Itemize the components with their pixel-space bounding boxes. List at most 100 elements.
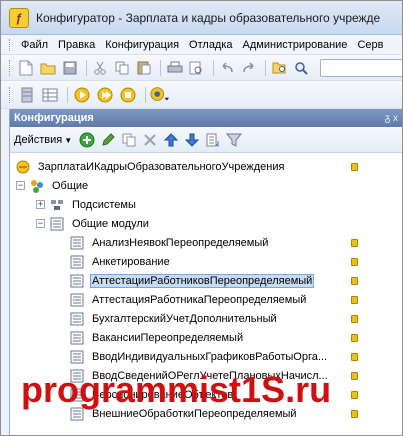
collapse-icon[interactable]: − [36, 219, 45, 228]
menu-administration[interactable]: Администрирование [238, 39, 353, 51]
tree-node-root[interactable]: ЗарплатаИКадрыОбразовательногоУчреждения [10, 157, 402, 176]
tree-node-module[interactable]: Анкетирование [10, 252, 402, 271]
tree-node-module[interactable]: ВводИндивидуальныхГрафиковРаботыОрга... [10, 347, 402, 366]
toolbar-separator [160, 59, 162, 76]
run-toolbar [1, 81, 402, 109]
configurator-window: ƒ Конфигуратор - Зарплата и кадры образо… [0, 0, 403, 436]
actions-label: Действия [14, 133, 63, 146]
tree-node-label: Общие [52, 179, 89, 192]
module-icon [70, 274, 84, 288]
run-enterprise-icon[interactable] [95, 85, 115, 105]
add-icon[interactable] [78, 131, 96, 149]
toolbar-separator [86, 59, 88, 76]
print-icon[interactable] [165, 58, 184, 78]
toolbar-separator [212, 59, 214, 76]
collapse-icon[interactable]: − [16, 181, 25, 190]
menu-bar: Файл Правка Конфигурация Отладка Админис… [1, 35, 402, 55]
module-icon [70, 236, 84, 250]
cut-icon[interactable] [91, 58, 110, 78]
general-objects-icon [30, 179, 44, 193]
configuration-root-icon [16, 160, 30, 174]
tree-node-label: Общие модули [72, 217, 149, 230]
lock-icon [351, 352, 358, 361]
lock-icon [351, 409, 358, 418]
tree-node-general[interactable]: − Общие [10, 176, 402, 195]
open-folder-icon[interactable] [39, 58, 58, 78]
panel-title: Конфигурация [14, 112, 94, 124]
redo-icon[interactable] [239, 58, 258, 78]
menu-edit[interactable]: Правка [53, 39, 100, 51]
lock-icon [351, 314, 358, 323]
tree-node-label: БухгалтерскийУчетДополнительный [92, 312, 277, 325]
lock-icon [351, 295, 358, 304]
tree-node-module[interactable]: БухгалтерскийУчетДополнительный [10, 309, 402, 328]
menu-debug[interactable]: Отладка [184, 39, 237, 51]
search-field[interactable] [319, 58, 402, 77]
toolbar-separator [145, 86, 146, 103]
lock-icon [351, 390, 358, 399]
run-thin-client-icon[interactable] [118, 85, 138, 105]
toolbar-grip[interactable] [9, 59, 12, 76]
title-bar: ƒ Конфигуратор - Зарплата и кадры образо… [1, 1, 402, 35]
search-icon[interactable] [292, 58, 311, 78]
panel-toolbar: Действия ▼ [10, 127, 402, 153]
module-icon [70, 312, 84, 326]
expand-icon[interactable]: + [36, 200, 45, 209]
panel-pin-close[interactable]: ᵹ x [385, 113, 398, 124]
lock-icon [351, 162, 358, 171]
filter-icon[interactable] [225, 131, 243, 149]
tree-node-module[interactable]: АттестацияРаботникаПереопределяемый [10, 290, 402, 309]
save-icon[interactable] [60, 58, 79, 78]
window-title: Конфигуратор - Зарплата и кадры образова… [36, 10, 381, 25]
module-icon [70, 350, 84, 364]
sort-icon[interactable] [204, 131, 222, 149]
toolbar-separator [265, 59, 267, 76]
lock-icon [351, 276, 358, 285]
tree-node-label: АттестацияРаботникаПереопределяемый [92, 293, 307, 306]
tree-node-common-modules[interactable]: − Общие модули [10, 214, 402, 233]
copy-icon[interactable] [120, 131, 138, 149]
chevron-down-icon: ▼ [64, 135, 73, 145]
actions-menu-button[interactable]: Действия ▼ [14, 134, 72, 146]
delete-icon[interactable] [141, 131, 159, 149]
move-down-icon[interactable] [183, 131, 201, 149]
lock-icon [351, 257, 358, 266]
tree-node-label: Подсистемы [72, 198, 136, 211]
run-debug-icon[interactable] [72, 85, 92, 105]
module-icon [70, 331, 84, 345]
app-logo-icon: ƒ [9, 7, 29, 28]
menu-grip[interactable] [9, 38, 12, 51]
tree-node-label: АттестацииРаботниковПереопределяемый [90, 273, 315, 288]
standard-toolbar [1, 55, 402, 81]
tree-node-label: ВводИндивидуальныхГрафиковРаботыОрга... [92, 350, 328, 363]
module-icon [70, 293, 84, 307]
tree-node-module[interactable]: ВакансииПереопределяемый [10, 328, 402, 347]
paste-icon[interactable] [135, 58, 154, 78]
toolbar-grip[interactable] [9, 86, 12, 103]
tree-node-module[interactable]: АнализНеявокПереопределяемый [10, 233, 402, 252]
print-preview-icon[interactable] [187, 58, 206, 78]
move-up-icon[interactable] [162, 131, 180, 149]
menu-configuration[interactable]: Конфигурация [100, 39, 184, 51]
module-icon [70, 255, 84, 269]
subsystems-icon [50, 198, 64, 212]
run-options-icon[interactable] [150, 85, 170, 105]
table-icon[interactable] [40, 85, 60, 105]
tree-node-label: АнализНеявокПереопределяемый [92, 236, 269, 249]
common-modules-icon [50, 217, 64, 231]
edit-icon[interactable] [99, 131, 117, 149]
watermark: programmist1S.ru [21, 369, 332, 410]
tree-node-label: ЗарплатаИКадрыОбразовательногоУчреждения [38, 160, 285, 173]
new-document-icon[interactable] [17, 58, 36, 78]
undo-icon[interactable] [218, 58, 237, 78]
find-in-tree-icon[interactable] [270, 58, 289, 78]
menu-service[interactable]: Серв [352, 39, 388, 51]
database-icon[interactable] [17, 85, 37, 105]
tree-node-label: Анкетирование [92, 255, 170, 268]
menu-file[interactable]: Файл [16, 39, 53, 51]
toolbar-separator [67, 86, 68, 103]
tree-node-module-selected[interactable]: АттестацииРаботниковПереопределяемый [10, 271, 402, 290]
copy-icon[interactable] [113, 58, 132, 78]
lock-icon [351, 333, 358, 342]
tree-node-subsystems[interactable]: + Подсистемы [10, 195, 402, 214]
